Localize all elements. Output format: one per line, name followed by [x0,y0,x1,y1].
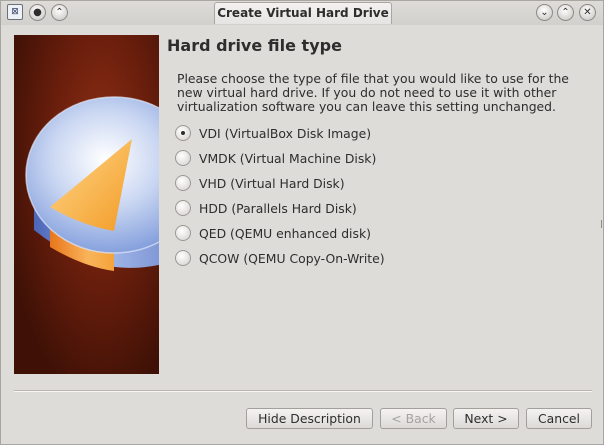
title-bar[interactable]: ⊠ ● ⌃ Create Virtual Hard Drive ⌄ ⌃ ✕ [1,1,603,25]
option-vdi[interactable]: VDI (VirtualBox Disk Image) [175,123,371,143]
radio-button-vhd[interactable] [175,175,191,191]
radio-button-vdi[interactable] [175,125,191,141]
maximize-icon[interactable]: ⌃ [557,4,574,21]
hide-description-button[interactable]: Hide Description [246,408,373,429]
minimize-icon[interactable]: ⌄ [536,4,553,21]
page-title: Hard drive file type [167,36,342,55]
radio-button-qcow[interactable] [175,250,191,266]
radio-button-hdd[interactable] [175,200,191,216]
option-label[interactable]: VDI (VirtualBox Disk Image) [199,126,371,141]
button-separator [14,390,592,392]
back-button[interactable]: < Back [380,408,447,429]
window-title: Create Virtual Hard Drive [214,2,392,24]
option-qcow[interactable]: QCOW (QEMU Copy-On-Write) [175,248,385,268]
option-vhd[interactable]: VHD (Virtual Hard Disk) [175,173,345,193]
next-button[interactable]: Next > [453,408,519,429]
hard-disk-illustration [14,35,159,374]
radio-button-vmdk[interactable] [175,150,191,166]
option-qed[interactable]: QED (QEMU enhanced disk) [175,223,371,243]
radio-button-qed[interactable] [175,225,191,241]
page-description: Please choose the type of file that you … [177,71,569,114]
virtualbox-app-icon[interactable]: ⊠ [7,4,23,20]
option-vmdk[interactable]: VMDK (Virtual Machine Disk) [175,148,376,168]
window-menu-dot-icon[interactable]: ● [29,4,46,21]
option-hdd[interactable]: HDD (Parallels Hard Disk) [175,198,357,218]
resize-handle[interactable] [601,220,603,228]
option-label[interactable]: VMDK (Virtual Machine Disk) [199,151,376,166]
hard-disk-icon [25,96,159,271]
option-label[interactable]: QED (QEMU enhanced disk) [199,226,371,241]
close-icon[interactable]: ✕ [579,4,596,21]
option-label[interactable]: QCOW (QEMU Copy-On-Write) [199,251,385,266]
option-label[interactable]: HDD (Parallels Hard Disk) [199,201,357,216]
wizard-window: ⊠ ● ⌃ Create Virtual Hard Drive ⌄ ⌃ ✕ Ha… [0,0,604,445]
cancel-button[interactable]: Cancel [526,408,592,429]
keep-above-icon[interactable]: ⌃ [51,4,68,21]
option-label[interactable]: VHD (Virtual Hard Disk) [199,176,345,191]
